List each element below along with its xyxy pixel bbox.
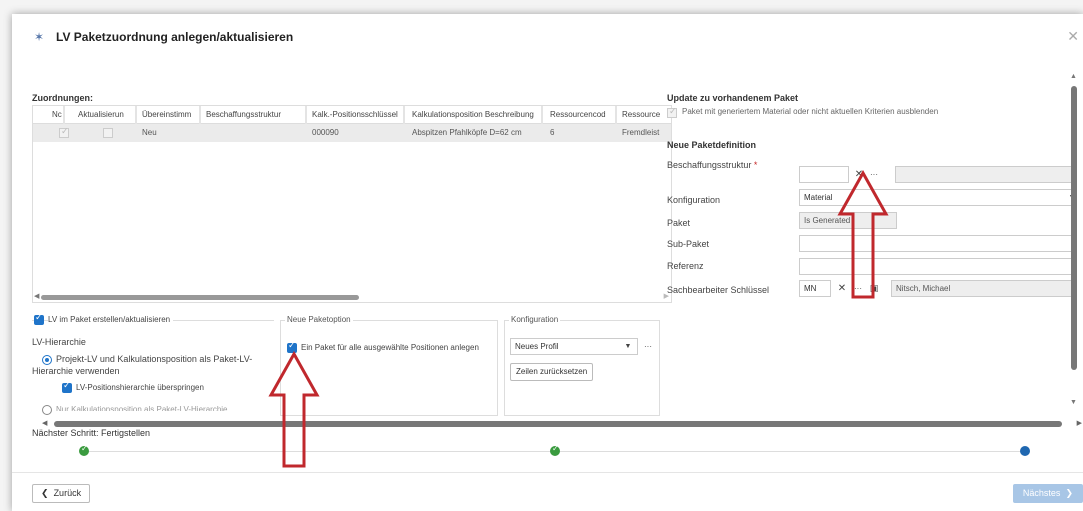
clerk-key-input[interactable]: MN	[799, 280, 831, 297]
lv-hierarchy-label: LV-Hierarchie	[32, 337, 86, 347]
configuration-legend: Konfiguration	[509, 315, 561, 324]
calc-key-cell: 000090	[312, 128, 339, 137]
reset-rows-button[interactable]: Zeilen zurücksetzen	[510, 363, 594, 381]
close-icon[interactable]: ✕	[1067, 28, 1079, 45]
match-cell: Neu	[142, 128, 157, 137]
update-checkbox[interactable]	[103, 128, 113, 138]
assignments-grid: Nc Aktualisierun Übereinstimm Beschaffun…	[32, 105, 672, 303]
dialog-title-bar: ✶ LV Paketzuordnung anlegen/aktualisiere…	[12, 14, 1083, 60]
chevron-left-icon: ❮	[41, 488, 49, 498]
grid-header: Nc Aktualisierun Übereinstimm Beschaffun…	[33, 106, 671, 124]
radio-project-lv-label: Projekt-LV und Kalkulationsposition als …	[56, 354, 253, 364]
main-scroll-thumb[interactable]	[54, 421, 1062, 427]
column-header[interactable]: Ressource	[619, 106, 671, 124]
lv-group: LV im Paket erstellen/aktualisieren LV-H…	[32, 312, 274, 416]
one-package-label: Ein Paket für alle ausgewählte Positione…	[301, 343, 479, 352]
footer-divider	[12, 472, 1083, 473]
lv-create-checkbox[interactable]	[34, 312, 44, 325]
dialog: ✶ LV Paketzuordnung anlegen/aktualisiere…	[12, 14, 1083, 511]
radio-calc-only-label: Nur Kalkulationsposition als Paket-LV-Hi…	[56, 405, 228, 411]
procurement-label: Beschaffungsstruktur *	[667, 160, 757, 170]
step-done-icon	[79, 444, 89, 456]
new-package-title: Neue Paketdefinition	[667, 140, 757, 150]
column-header[interactable]: Nc	[49, 106, 65, 124]
configuration-label: Konfiguration	[667, 195, 721, 205]
column-header[interactable]: Kalkulationsposition Beschreibung	[409, 106, 543, 124]
nc-checkbox	[59, 126, 69, 138]
calc-desc-cell: Abspitzen Pfahlköpfe D=62 cm	[412, 128, 522, 137]
package-label: Paket	[667, 218, 691, 228]
dialog-title: LV Paketzuordnung anlegen/aktualisieren	[56, 30, 294, 44]
next-button[interactable]: Nächstes ❯	[1012, 484, 1083, 503]
clerk-label: Sachbearbeiter Schlüssel	[667, 285, 770, 295]
annotation-arrow-up	[268, 351, 320, 468]
step-current-icon	[1020, 446, 1030, 456]
scroll-left-icon[interactable]: ◀	[34, 292, 39, 302]
resource-code-cell: 6	[550, 128, 555, 137]
grid-scroll-thumb[interactable]	[41, 295, 359, 300]
column-header[interactable]: Kalk.-Positionsschlüssel	[309, 106, 405, 124]
reference-label: Referenz	[667, 261, 704, 271]
chevron-down-icon[interactable]: ▼	[621, 338, 635, 355]
radio-calc-only[interactable]	[42, 405, 52, 415]
column-header[interactable]: Aktualisierun	[75, 106, 137, 124]
chevron-right-icon: ❯	[1065, 488, 1073, 498]
main-horizontal-scrollbar[interactable]: ◀ ▶	[42, 419, 1082, 429]
hide-generated-label: Paket mit generiertem Material oder nich…	[682, 107, 939, 116]
procurement-label-text: Beschaffungsstruktur	[667, 160, 752, 170]
skip-hierarchy-checkbox[interactable]	[62, 380, 72, 393]
assignments-label: Zuordnungen:	[32, 93, 93, 103]
resource-cell: Fremdleist	[622, 128, 660, 137]
next-label: Nächstes	[1022, 488, 1061, 498]
column-header[interactable]: Ressourcencod	[547, 106, 617, 124]
scroll-right-icon[interactable]: ▶	[1077, 419, 1082, 429]
procurement-cell	[203, 124, 307, 142]
hide-generated-checkbox	[667, 106, 677, 118]
back-label: Zurück	[53, 488, 82, 498]
subpackage-label: Sub-Paket	[667, 239, 710, 249]
scroll-down-icon[interactable]: ▼	[1070, 398, 1077, 408]
grid-horizontal-scrollbar[interactable]: ◀ ▶	[33, 292, 671, 302]
configuration-group: Konfiguration Neues Profil ▼ ··· Zeilen …	[504, 315, 660, 416]
radio-project-lv[interactable]	[42, 355, 52, 365]
radio-project-lv-label-cont: Hierarchie verwenden	[32, 366, 120, 376]
profile-select[interactable]: Neues Profil	[510, 338, 638, 355]
scroll-up-icon[interactable]: ▲	[1070, 72, 1077, 82]
next-step-label: Nächster Schritt: Fertigstellen	[32, 428, 151, 438]
hide-generated-option: Paket mit generiertem Material oder nich…	[667, 106, 939, 118]
more-icon[interactable]: ···	[641, 338, 655, 355]
step-done-icon	[550, 444, 560, 456]
annotation-arrow-up	[837, 170, 889, 299]
main-vertical-scroll-thumb[interactable]	[1071, 86, 1077, 370]
skip-hierarchy-label: LV-Positionshierarchie überspringen	[76, 383, 204, 392]
column-header[interactable]: Beschaffungsstruktur	[203, 106, 307, 124]
procurement-description	[895, 166, 1077, 183]
wand-icon: ✶	[33, 30, 45, 44]
package-option-legend: Neue Paketoption	[285, 315, 353, 324]
clerk-name-field: Nitsch, Michael	[891, 280, 1077, 297]
back-button[interactable]: ❮ Zurück	[32, 484, 91, 503]
lv-create-label: LV im Paket erstellen/aktualisieren	[48, 315, 174, 324]
required-mark: *	[753, 160, 758, 170]
column-header[interactable]: Übereinstimm	[139, 106, 201, 124]
table-row[interactable]: Neu 000090 Abspitzen Pfahlköpfe D=62 cm …	[33, 124, 671, 142]
update-title: Update zu vorhandenem Paket	[667, 93, 799, 103]
